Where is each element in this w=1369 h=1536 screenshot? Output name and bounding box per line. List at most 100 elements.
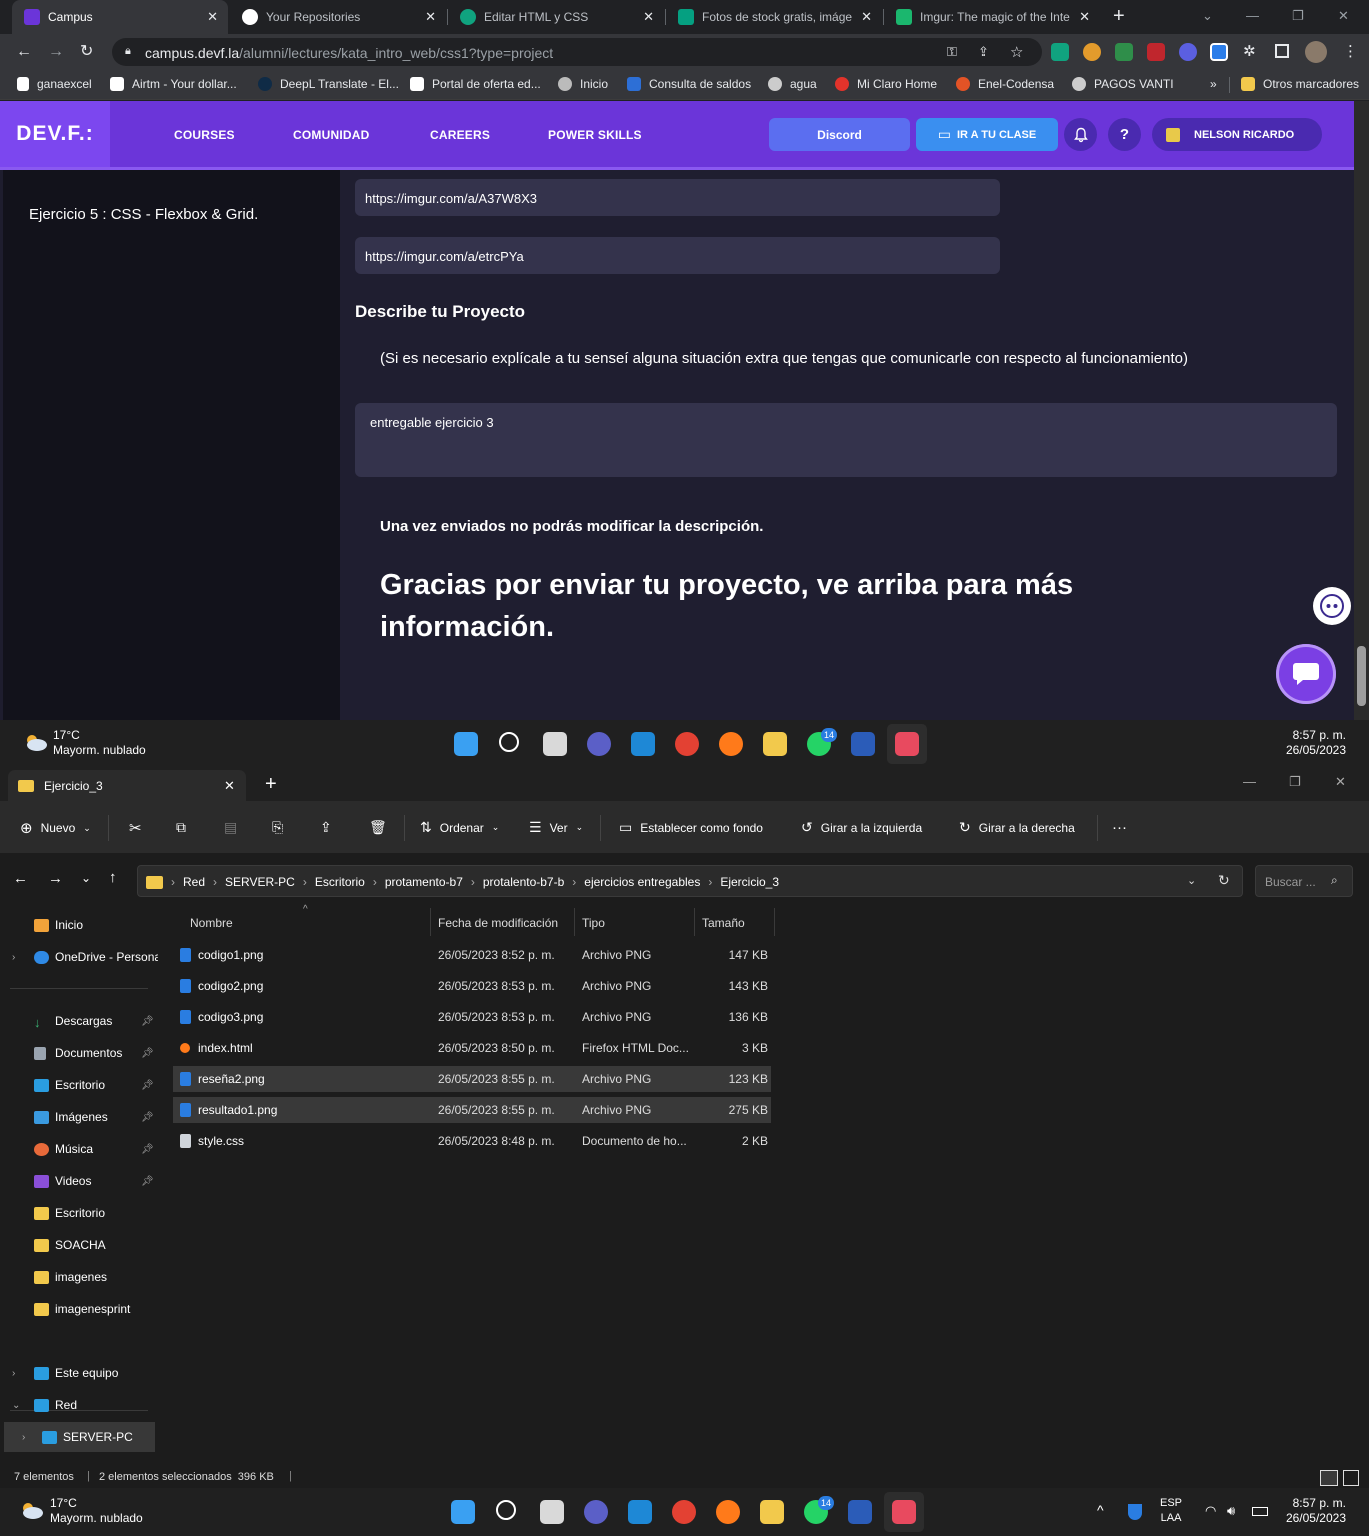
notifications-bell-icon[interactable] bbox=[1064, 118, 1097, 151]
column-size[interactable]: Tamaño bbox=[702, 916, 745, 944]
firefox-icon[interactable] bbox=[719, 732, 743, 756]
tab-fotos[interactable]: Fotos de stock gratis, imágen ✕ bbox=[666, 0, 882, 34]
restore-icon[interactable]: ❐ bbox=[1292, 8, 1304, 24]
rotate-left-button[interactable]: ↺ Girar a la izquierda bbox=[801, 819, 922, 836]
pin-icon[interactable]: 📌︎ bbox=[141, 1112, 154, 1123]
defender-shield-icon[interactable] bbox=[1128, 1504, 1142, 1520]
bookmark-item[interactable]: Airtm - Your dollar... bbox=[110, 77, 237, 91]
teams-chat-icon[interactable] bbox=[584, 1500, 608, 1524]
more-options-icon[interactable]: ··· bbox=[1112, 819, 1127, 836]
column-name[interactable]: Nombre bbox=[190, 916, 233, 944]
task-view-icon[interactable] bbox=[543, 732, 567, 756]
back-icon[interactable]: ← bbox=[13, 870, 28, 887]
breadcrumb-item[interactable]: Ejercicio_3 bbox=[720, 875, 779, 889]
extension-color-icon[interactable] bbox=[1083, 43, 1101, 61]
page-scrollbar[interactable] bbox=[1354, 101, 1369, 720]
file-explorer-icon[interactable] bbox=[760, 1500, 784, 1524]
tab-campus[interactable]: Campus ✕ bbox=[12, 0, 228, 34]
address-bar[interactable]: 🔒︎ campus.devf.la/alumni/lectures/kata_i… bbox=[112, 38, 1042, 66]
extension-blue-icon[interactable] bbox=[1210, 43, 1228, 61]
new-button[interactable]: ⊕ Nuevo ⌄ bbox=[20, 819, 91, 837]
breadcrumb-item[interactable]: protalento-b7-b bbox=[483, 875, 564, 889]
chrome-icon[interactable] bbox=[672, 1500, 696, 1524]
assistant-bot-icon[interactable] bbox=[1313, 587, 1351, 625]
wifi-icon[interactable]: ◠ bbox=[1205, 1503, 1216, 1519]
weather-widget[interactable]: 17°C Mayorm. nublado bbox=[50, 1496, 143, 1526]
pin-icon[interactable]: 📌︎ bbox=[141, 1080, 154, 1091]
clock[interactable]: 8:57 p. m. 26/05/2023 bbox=[1270, 1496, 1346, 1526]
chat-bubble-icon[interactable] bbox=[1276, 644, 1336, 704]
extension-gpt-icon[interactable] bbox=[1051, 43, 1069, 61]
refresh-icon[interactable]: ↻ bbox=[1218, 872, 1230, 889]
extension-red-icon[interactable] bbox=[1147, 43, 1165, 61]
recent-locations-chevron-icon[interactable]: ⌄ bbox=[81, 871, 91, 885]
task-view-icon[interactable] bbox=[540, 1500, 564, 1524]
snipping-tool-icon[interactable] bbox=[895, 732, 919, 756]
explorer-tab[interactable]: Ejercicio_3 ✕ bbox=[8, 770, 246, 801]
close-tab-icon[interactable]: ✕ bbox=[1079, 9, 1090, 25]
reload-icon[interactable]: ↻ bbox=[80, 43, 93, 61]
forward-icon[interactable]: → bbox=[48, 43, 64, 61]
file-row[interactable]: codigo3.png 26/05/2023 8:53 p. m. Archiv… bbox=[173, 1004, 771, 1030]
close-tab-icon[interactable]: ✕ bbox=[425, 9, 436, 25]
nav-item-escritorio[interactable]: Escritorio 📌︎ bbox=[0, 1070, 158, 1100]
weather-widget[interactable]: 17°C Mayorm. nublado bbox=[53, 728, 146, 758]
nav-item-este-equipo[interactable]: › Este equipo bbox=[0, 1358, 158, 1388]
new-tab-icon[interactable]: + bbox=[265, 773, 277, 796]
project-url-input[interactable]: https://imgur.com/a/etrcPYa bbox=[355, 237, 1000, 274]
nav-item-musica[interactable]: Música 📌︎ bbox=[0, 1134, 158, 1164]
file-row[interactable]: index.html 26/05/2023 8:50 p. m. Firefox… bbox=[173, 1035, 771, 1061]
paste-icon[interactable]: ▤ bbox=[224, 819, 237, 836]
file-row[interactable]: codigo1.png 26/05/2023 8:52 p. m. Archiv… bbox=[173, 942, 771, 968]
nav-item-inicio[interactable]: Inicio bbox=[0, 910, 158, 940]
user-menu[interactable]: NELSON RICARDO bbox=[1152, 118, 1322, 151]
file-row[interactable]: resultado1.png 26/05/2023 8:55 p. m. Arc… bbox=[173, 1097, 771, 1123]
bookmark-item[interactable]: Mi Claro Home bbox=[835, 77, 937, 91]
expand-chevron-icon[interactable]: › bbox=[12, 1368, 15, 1379]
word-icon[interactable] bbox=[848, 1500, 872, 1524]
breadcrumb-item[interactable]: ejercicios entregables bbox=[584, 875, 700, 889]
forward-icon[interactable]: → bbox=[48, 870, 63, 887]
nav-item-documentos[interactable]: Documentos 📌︎ bbox=[0, 1038, 158, 1068]
bookmark-item[interactable]: DeepL Translate - El... bbox=[258, 77, 399, 91]
bookmark-item[interactable]: ganaexcel bbox=[17, 77, 92, 91]
devf-logo[interactable]: DEV.F.: bbox=[0, 101, 110, 167]
bookmark-item[interactable]: PAGOS VANTI bbox=[1072, 77, 1174, 91]
collapse-chevron-icon[interactable]: ⌄ bbox=[12, 1400, 20, 1411]
nav-item-red[interactable]: ⌄ Red bbox=[0, 1390, 158, 1420]
nav-item-imagenes-folder[interactable]: imagenes bbox=[0, 1262, 158, 1292]
expand-chevron-icon[interactable]: › bbox=[12, 952, 15, 963]
back-icon[interactable]: ← bbox=[16, 43, 32, 61]
rename-icon[interactable]: ⎘ bbox=[272, 819, 283, 836]
file-row[interactable]: codigo2.png 26/05/2023 8:53 p. m. Archiv… bbox=[173, 973, 771, 999]
nav-item-descargas[interactable]: ↓ Descargas 📌︎ bbox=[0, 1006, 158, 1036]
expand-chevron-icon[interactable]: › bbox=[22, 1432, 25, 1443]
nav-courses[interactable]: COURSES bbox=[174, 128, 235, 142]
file-row[interactable]: reseña2.png 26/05/2023 8:55 p. m. Archiv… bbox=[173, 1066, 771, 1092]
sort-button[interactable]: ⇅ Ordenar ⌄ bbox=[420, 819, 499, 836]
share-icon[interactable]: ⇪ bbox=[978, 44, 989, 60]
cut-icon[interactable]: ✂ bbox=[129, 819, 142, 837]
share-icon[interactable]: ⇪ bbox=[320, 819, 332, 836]
delete-icon[interactable]: 🗑︎ bbox=[369, 819, 387, 836]
copy-icon[interactable]: ⧉ bbox=[176, 819, 186, 836]
search-icon[interactable] bbox=[499, 732, 519, 752]
close-tab-icon[interactable]: ✕ bbox=[224, 778, 235, 794]
close-tab-icon[interactable]: ✕ bbox=[861, 9, 872, 25]
windows-start-icon[interactable] bbox=[451, 1500, 475, 1524]
nav-item-server-pc[interactable]: › SERVER-PC bbox=[4, 1422, 155, 1452]
snipping-tool-icon[interactable] bbox=[892, 1500, 916, 1524]
set-background-button[interactable]: ▭ Establecer como fondo bbox=[619, 819, 763, 836]
file-row[interactable]: style.css 26/05/2023 8:48 p. m. Document… bbox=[173, 1128, 771, 1154]
breadcrumb-item[interactable]: SERVER-PC bbox=[225, 875, 295, 889]
restore-icon[interactable]: ❐ bbox=[1289, 774, 1301, 790]
file-explorer-icon[interactable] bbox=[763, 732, 787, 756]
search-input[interactable]: Buscar ... ⌕ bbox=[1255, 865, 1353, 897]
bookmark-item[interactable]: Enel-Codensa bbox=[956, 77, 1054, 91]
nav-item-escritorio-folder[interactable]: Escritorio bbox=[0, 1198, 158, 1228]
windows-start-icon[interactable] bbox=[454, 732, 478, 756]
nav-item-videos[interactable]: Videos 📌︎ bbox=[0, 1166, 158, 1196]
bookmark-item[interactable]: Consulta de saldos bbox=[627, 77, 751, 91]
chrome-icon[interactable] bbox=[675, 732, 699, 756]
scrollbar-thumb[interactable] bbox=[1357, 646, 1366, 706]
